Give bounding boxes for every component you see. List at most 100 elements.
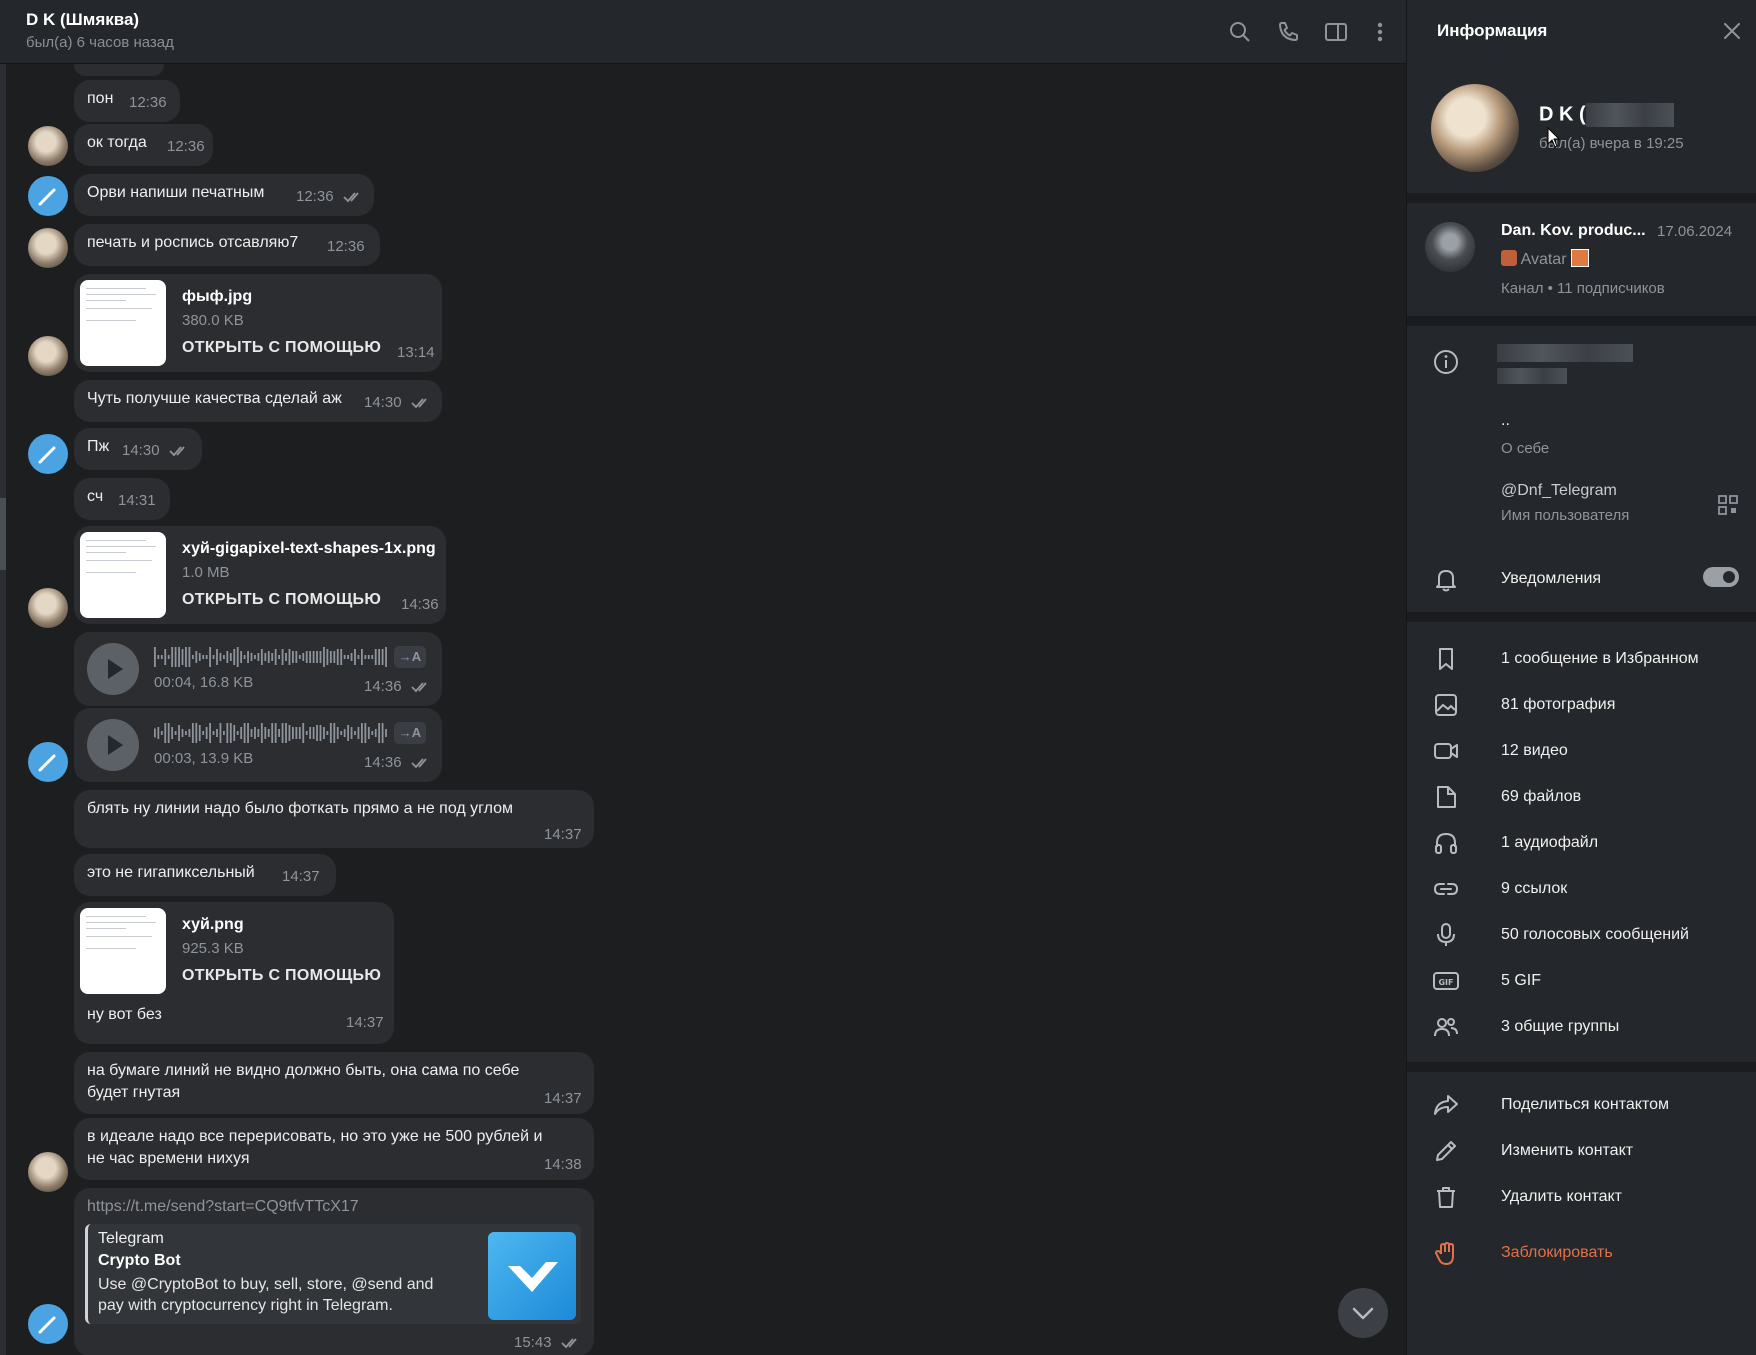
avatar[interactable]	[28, 336, 68, 376]
media-row-links[interactable]: 9 ссылок	[1501, 880, 1567, 898]
voice-message[interactable]: →A 00:03, 13.9 KB 14:36	[74, 708, 442, 782]
divider	[1407, 612, 1756, 622]
message-time: 13:14	[397, 344, 435, 361]
edit-contact-button[interactable]: Изменить контакт	[1501, 1142, 1633, 1160]
share-contact-button[interactable]: Поделиться контактом	[1501, 1096, 1669, 1114]
open-with-button[interactable]: ОТКРЫТЬ С ПОМОЩЬЮ	[182, 339, 381, 357]
voice-waveform[interactable]	[154, 644, 390, 670]
trash-icon	[1431, 1182, 1461, 1212]
phone-icon[interactable]	[1274, 18, 1302, 46]
chat-title[interactable]: D K (Шмяква)	[26, 10, 139, 30]
message-bubble[interactable]: на бумаге линий не видно должно быть, он…	[74, 1052, 594, 1114]
media-row-gif[interactable]: 5 GIF	[1501, 972, 1541, 990]
file-name: хуй.png	[182, 916, 244, 933]
voice-message[interactable]: →A 00:04, 16.8 KB 14:36	[74, 632, 442, 706]
message-text: Чуть получше качества сделай аж	[87, 390, 342, 407]
media-row-photos[interactable]: 81 фотография	[1501, 696, 1615, 714]
file-message[interactable]: хуй.png 925.3 KB ОТКРЫТЬ С ПОМОЩЬЮ ну во…	[74, 902, 394, 1044]
play-button[interactable]	[87, 643, 139, 695]
file-message[interactable]: фыф.jpg 380.0 KB ОТКРЫТЬ С ПОМОЩЬЮ 13:14	[74, 274, 442, 372]
message-bubble[interactable]: печать и роспись отсавляю7 12:36	[74, 224, 380, 266]
delete-contact-button[interactable]: Удалить контакт	[1501, 1188, 1622, 1206]
voice-waveform[interactable]	[154, 720, 390, 746]
message-bubble[interactable]: в идеале надо все перерисовать, но это у…	[74, 1118, 594, 1180]
file-thumbnail[interactable]	[80, 280, 166, 366]
message-text: не час времени нихуя	[87, 1150, 250, 1167]
message-text: это не гигапиксельный	[87, 864, 255, 881]
file-size: 380.0 KB	[182, 312, 244, 329]
username-value[interactable]: @Dnf_Telegram	[1501, 482, 1617, 500]
message-bubble[interactable]: Пж 14:30	[74, 428, 202, 470]
open-with-button[interactable]: ОТКРЫТЬ С ПОМОЩЬЮ	[182, 967, 381, 985]
scroll-down-button[interactable]	[1338, 1288, 1388, 1338]
mouse-cursor-icon	[1547, 126, 1561, 149]
channel-name[interactable]: Dan. Kov. produc...	[1501, 222, 1646, 240]
divider	[1407, 316, 1756, 326]
message-time: 12:36	[129, 94, 167, 111]
chevron-down-icon	[1352, 1307, 1374, 1320]
message-bubble[interactable]: ок тогда 12:36	[74, 124, 213, 166]
avatar[interactable]	[28, 176, 68, 216]
play-button[interactable]	[87, 719, 139, 771]
message-text: в идеале надо все перерисовать, но это у…	[87, 1128, 543, 1145]
avatar[interactable]	[28, 228, 68, 268]
message-bubble[interactable]: Чуть получше качества сделай аж 14:30	[74, 380, 442, 422]
notifications-toggle[interactable]	[1703, 567, 1739, 587]
sidebar-toggle-icon[interactable]	[1322, 18, 1350, 46]
block-contact-button[interactable]: Заблокировать	[1501, 1244, 1613, 1262]
message-bubble[interactable]: это не гигапиксельный 14:37	[74, 854, 336, 896]
profile-name-text: D K (	[1539, 103, 1586, 126]
avatar[interactable]	[28, 742, 68, 782]
message-time: 14:30	[122, 442, 160, 459]
media-row-voice[interactable]: 50 голосовых сообщений	[1501, 926, 1689, 944]
message-text: Орви напиши печатным	[87, 184, 265, 201]
message-bubble[interactable]: Орви напиши печатным 12:36	[74, 174, 374, 216]
avatar[interactable]	[28, 126, 68, 166]
close-icon[interactable]	[1719, 18, 1745, 44]
transcribe-button[interactable]: →A	[394, 722, 426, 744]
search-icon[interactable]	[1226, 18, 1254, 46]
file-icon	[1431, 782, 1461, 812]
message-time: 14:31	[118, 492, 156, 509]
media-row-videos[interactable]: 12 видео	[1501, 742, 1568, 760]
more-menu-icon[interactable]	[1366, 18, 1394, 46]
message-bubble[interactable]: пон 12:36	[74, 80, 180, 122]
transcribe-button[interactable]: →A	[394, 646, 426, 668]
sparkle-emoji-icon	[1570, 249, 1589, 267]
message-text: пон	[87, 90, 114, 107]
crypto-bot-logo-icon	[488, 1232, 576, 1320]
preview-site: Telegram	[98, 1230, 164, 1247]
open-with-button[interactable]: ОТКРЫТЬ С ПОМОЩЬЮ	[182, 591, 381, 609]
avatar[interactable]	[28, 1304, 68, 1344]
media-row-files[interactable]: 69 файлов	[1501, 788, 1581, 806]
message-bubble[interactable]: блять ну линии надо было фоткать прямо а…	[74, 790, 594, 848]
message-time: 14:37	[544, 826, 582, 843]
file-message[interactable]: хуй-gigapixel-text-shapes-1x.png 1.0 MB …	[74, 526, 446, 624]
qr-code-icon[interactable]	[1717, 494, 1739, 516]
link-preview[interactable]: Telegram Crypto Bot Use @CryptoBot to bu…	[85, 1224, 581, 1324]
profile-avatar[interactable]	[1431, 84, 1519, 172]
avatar[interactable]	[28, 1152, 68, 1192]
file-thumbnail[interactable]	[80, 908, 166, 994]
link-message[interactable]: https://t.me/send?start=CQ9tfvTTcX17 Tel…	[74, 1188, 594, 1355]
media-row-groups[interactable]: 3 общие группы	[1501, 1018, 1619, 1036]
message-bubble[interactable]	[74, 64, 164, 76]
voice-duration: 00:03, 13.9 KB	[154, 750, 254, 767]
message-time: 14:30	[364, 394, 402, 411]
media-row-favorites[interactable]: 1 сообщение в Избранном	[1501, 650, 1699, 668]
divider	[1407, 1062, 1756, 1072]
blurred-phone	[1497, 344, 1633, 388]
chat-header[interactable]: D K (Шмяква) был(а) 6 часов назад	[0, 0, 1406, 64]
message-link[interactable]: https://t.me/send?start=CQ9tfvTTcX17	[87, 1198, 359, 1216]
message-bubble[interactable]: сч 14:31	[74, 478, 170, 520]
read-checkmark-icon	[168, 444, 192, 458]
file-thumbnail[interactable]	[80, 532, 166, 618]
blurred-text	[1497, 344, 1633, 362]
message-time: 14:36	[364, 754, 402, 771]
avatar[interactable]	[28, 434, 68, 474]
media-row-audio[interactable]: 1 аудиофайл	[1501, 834, 1598, 852]
avatar[interactable]	[28, 588, 68, 628]
message-text: Пж	[87, 438, 110, 455]
channel-avatar[interactable]	[1425, 222, 1475, 272]
message-time: 14:37	[544, 1090, 582, 1107]
